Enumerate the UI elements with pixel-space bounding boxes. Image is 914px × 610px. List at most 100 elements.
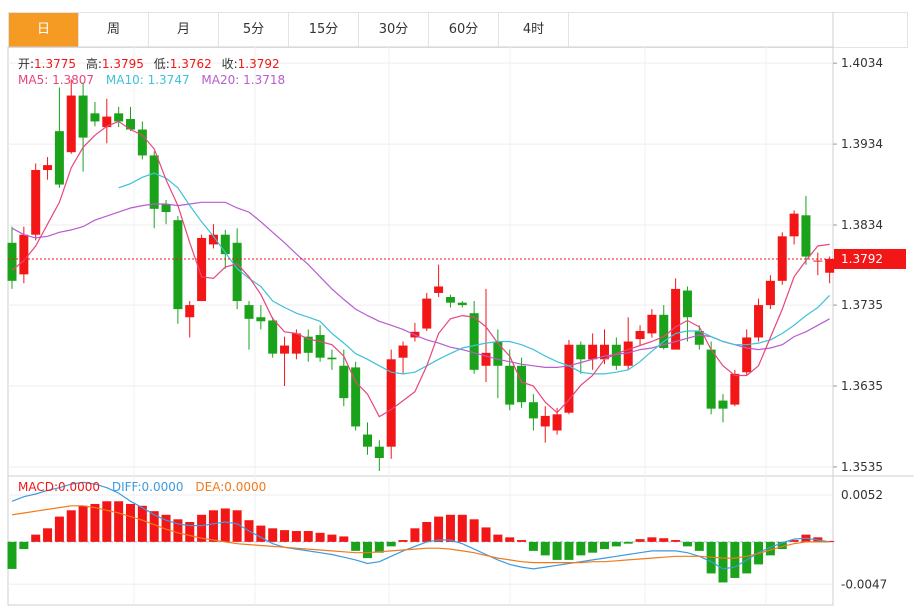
diff-value: 0.0000 (141, 480, 184, 494)
candle-body (742, 337, 752, 373)
macd-histogram-bar (66, 510, 76, 542)
ma5-value: 1.3807 (52, 73, 95, 87)
macd-histogram-bar (611, 541, 621, 547)
macd-histogram-bar (517, 540, 527, 542)
candle-body (469, 313, 479, 370)
macd-value: 0.0000 (58, 480, 101, 494)
macd-histogram-bar (564, 541, 574, 560)
macd-histogram-bar (102, 501, 112, 542)
macd-histogram-bar (528, 541, 538, 551)
macd-histogram-bar (137, 505, 147, 542)
main-y-tick-label: 1.3934 (841, 137, 883, 151)
dea-value: 0.0000 (224, 480, 267, 494)
macd-histogram-bar (730, 541, 740, 578)
candle-body (493, 341, 503, 366)
macd-histogram-bar (481, 527, 491, 542)
macd-histogram-bar (493, 534, 503, 542)
macd-histogram-bar (363, 541, 372, 559)
last-price-label: 1.3792 (841, 252, 883, 266)
macd-histogram-bar (339, 536, 349, 542)
macd-histogram-bar (410, 528, 420, 542)
macd-histogram-bar (505, 537, 515, 542)
candle-body (517, 365, 527, 403)
candle-body (220, 234, 230, 255)
candle-body (647, 314, 657, 334)
chart-canvas[interactable]: 1.4034 1.3934 1.3834 1.3735 1.3635 1.3535 0.00… (0, 0, 914, 610)
high-value: 1.3795 (101, 57, 144, 71)
candle-body (825, 258, 835, 273)
macd-histogram-bar (31, 534, 41, 542)
macd-histogram-bar (457, 514, 467, 542)
candle-body (398, 345, 408, 358)
macd-histogram-bar (291, 531, 301, 542)
candle-body (90, 113, 100, 122)
macd-histogram-bar (90, 503, 100, 542)
macd-histogram-bar (351, 541, 361, 551)
macd-histogram-bar (635, 539, 645, 542)
candle-body (576, 344, 586, 360)
candle-body (31, 169, 41, 235)
macd-histogram-bar (54, 516, 64, 542)
candle-body (268, 320, 278, 354)
candle-body (540, 415, 550, 427)
main-y-tick-label: 1.3635 (841, 379, 883, 393)
macd-histogram-bar (588, 541, 598, 553)
macd-histogram-bar (540, 541, 550, 556)
macd-histogram-bar (303, 531, 313, 542)
macd-histogram-bar (280, 530, 290, 542)
candle-body (765, 280, 775, 306)
macd-histogram-bar (623, 541, 633, 544)
macd-label: MACD: (18, 480, 59, 494)
macd-histogram-bar (43, 528, 53, 542)
candle-body (528, 402, 538, 419)
macd-histogram-bar (647, 537, 657, 542)
candle-body (19, 234, 29, 275)
candle-body (588, 344, 598, 360)
candle-body (730, 373, 740, 405)
macd-histogram-bar (445, 514, 455, 542)
candle-body (54, 131, 64, 185)
candle-body (327, 357, 337, 360)
candle-body (66, 95, 76, 153)
main-y-tick-label: 1.3834 (841, 218, 883, 232)
open-label: 开: (18, 57, 35, 71)
candle-body (754, 305, 764, 338)
candle-body (813, 260, 823, 262)
diff-label: DIFF: (111, 480, 142, 494)
dea-label: DEA: (195, 480, 225, 494)
ohlc-readout: 开:1.3775 高:1.3795 低:1.3762 收:1.3792 (18, 55, 280, 72)
main-y-tick-label: 1.3535 (841, 460, 883, 474)
candle-body (114, 113, 124, 122)
candle-body (173, 220, 183, 310)
ma20-value: 1.3718 (243, 73, 286, 87)
candle-body (445, 297, 455, 303)
candle-body (7, 242, 17, 281)
candle-body (789, 213, 799, 237)
ma10-value: 1.3747 (147, 73, 190, 87)
macd-histogram-bar (126, 503, 135, 542)
macd-histogram-bar (208, 510, 218, 542)
macd-histogram-bar (600, 541, 609, 550)
macd-histogram-bar (422, 522, 432, 542)
candle-body (291, 333, 301, 354)
macd-histogram-bar (7, 541, 17, 569)
candle-body (161, 203, 171, 213)
candle-body (457, 302, 467, 306)
macd-readout: MACD:0.0000 DIFF:0.0000 DEA:0.0000 (18, 480, 266, 494)
close-value: 1.3792 (237, 57, 280, 71)
macd-histogram-bar (434, 516, 444, 542)
open-value: 1.3775 (34, 57, 77, 71)
macd-histogram-bar (576, 541, 586, 556)
macd-histogram-bar (398, 540, 408, 542)
candle-body (78, 95, 88, 138)
ma20-label: MA20: (201, 73, 244, 87)
main-y-tick-label: 1.4034 (841, 56, 883, 70)
candle-body (801, 215, 811, 257)
main-y-tick-label: 1.3735 (841, 298, 883, 312)
candle-body (659, 314, 669, 348)
candle-body (374, 446, 384, 459)
candle-body (363, 434, 372, 447)
candle-body (434, 286, 444, 293)
macd-histogram-bar (220, 508, 230, 542)
high-label: 高: (85, 57, 102, 71)
